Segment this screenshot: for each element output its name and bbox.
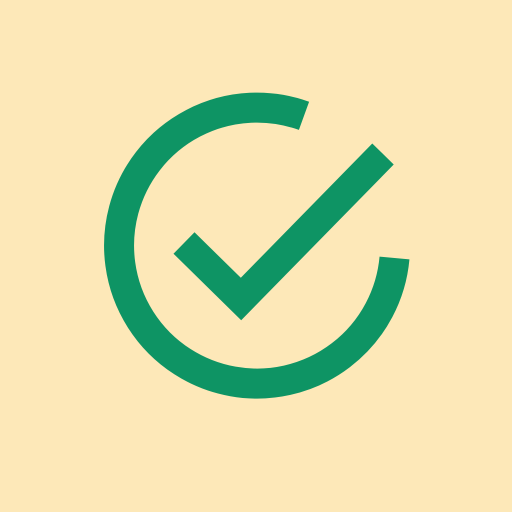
icon-canvas [0,0,512,512]
icon-background [0,0,512,512]
check-circle-icon [0,0,512,512]
